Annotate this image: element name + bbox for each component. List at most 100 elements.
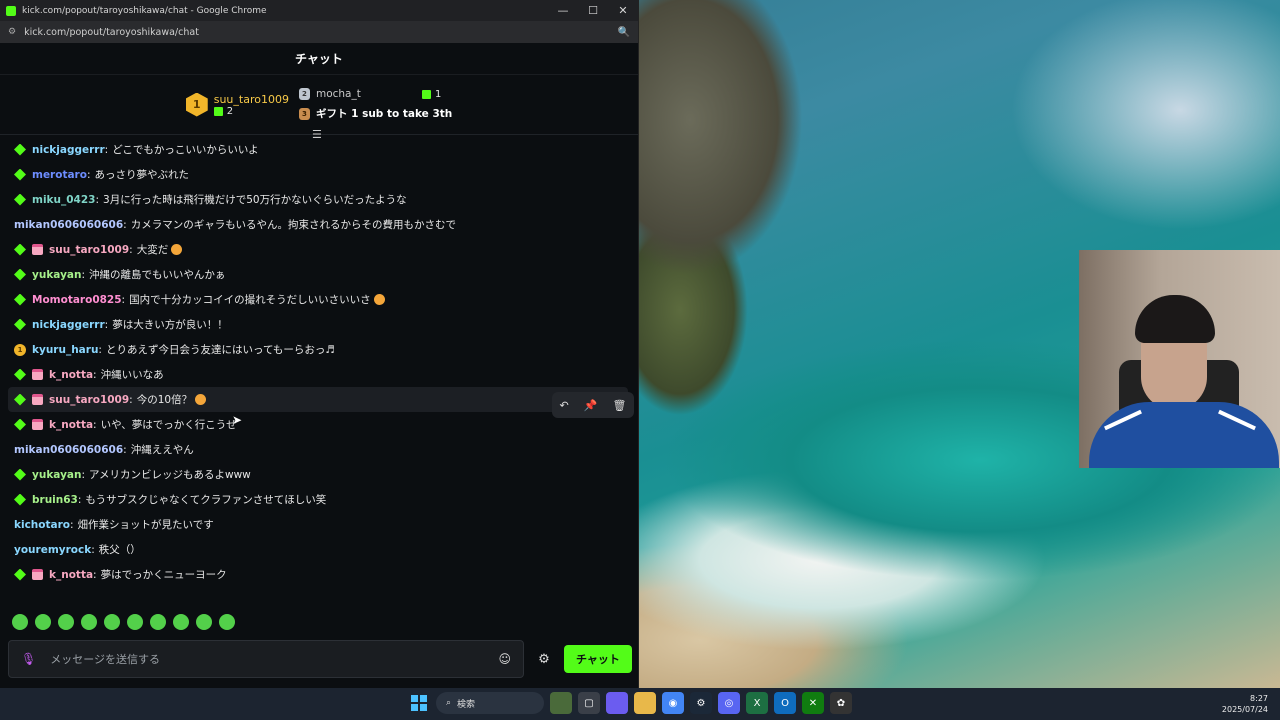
site-info-icon[interactable]: ⚙ — [8, 27, 16, 37]
username-separator: : — [104, 143, 109, 156]
chat-settings-icon[interactable]: ⚙ — [532, 652, 556, 667]
chat-username[interactable]: miku_0423 — [32, 194, 95, 206]
chat-username[interactable]: merotaro — [32, 169, 87, 181]
chat-message[interactable]: k_notta: 沖縄いいなあ — [0, 362, 636, 387]
chat-username[interactable]: mikan0606060606 — [14, 444, 123, 456]
kick-favicon-icon — [6, 5, 16, 16]
first-place-name: suu_taro1009 — [213, 92, 289, 106]
emote-button[interactable] — [58, 614, 74, 630]
chat-message[interactable]: suu_taro1009: 今の10倍？ — [8, 387, 628, 412]
mouse-cursor-icon: ➤ — [232, 413, 243, 427]
xbox-icon[interactable]: ✕ — [802, 692, 824, 714]
zoom-icon[interactable]: 🔍 — [618, 27, 630, 38]
chat-message[interactable]: miku_0423:3月に行った時は飛行機だけで50万行かないぐらいだったような — [0, 187, 636, 212]
maximize-button[interactable]: ☐ — [578, 0, 608, 21]
emote-button[interactable] — [81, 614, 97, 630]
task-view-icon[interactable]: ▢ — [578, 692, 600, 714]
chrome-icon[interactable]: ◉ — [662, 692, 684, 714]
chat-message[interactable]: nickjaggerrr: 夢は大きい方が良い！！ — [0, 312, 636, 337]
chat-username[interactable]: k_notta — [49, 419, 93, 431]
chat-username[interactable]: k_notta — [49, 569, 93, 581]
chat-username[interactable]: Momotaro0825 — [32, 294, 122, 306]
username-separator: : — [129, 243, 133, 256]
chat-message[interactable]: youremyrock: 秩父（） — [0, 537, 636, 562]
leaderboard-third[interactable]: 3 ギフト 1 sub to take 3th — [298, 106, 452, 121]
chat-message[interactable]: yukayan: アメリカンビレッジもあるよwww — [0, 462, 636, 487]
chat-username[interactable]: yukayan — [32, 269, 81, 281]
chat-message[interactable]: nickjaggerrr: どこでもかっこいいからいいよ — [0, 137, 636, 162]
minimize-button[interactable]: — — [548, 0, 578, 21]
address-bar[interactable]: ⚙ kick.com/popout/taroyoshikawa/chat 🔍 — [0, 21, 638, 43]
emote-button[interactable] — [219, 614, 235, 630]
close-button[interactable]: ✕ — [608, 0, 638, 21]
chat-message-text: 沖縄の離島でもいいやんかぁ — [89, 269, 226, 281]
chat-message[interactable]: Momotaro0825: 国内で十分カッコイイの撮れそうだしいいさいいさ — [0, 287, 636, 312]
search-icon: ⌕ — [446, 698, 452, 708]
chat-message-list[interactable]: nickjaggerrr: どこでもかっこいいからいいよ merotaro: あっさり… — [0, 137, 636, 605]
chat-username[interactable]: youremyrock — [14, 544, 91, 556]
chat-username[interactable]: kichotaro — [14, 519, 70, 531]
chat-message[interactable]: suu_taro1009: 大変だ — [0, 237, 636, 262]
taskbar-clock[interactable]: 8:27 2025/07/24 — [1222, 693, 1268, 715]
webcam-hair — [1135, 295, 1215, 343]
emote-button[interactable] — [104, 614, 120, 630]
chat-input-placeholder[interactable]: メッセージを送信する — [50, 651, 498, 667]
chat-username[interactable]: bruin63 — [32, 494, 78, 506]
send-chat-button[interactable]: チャット — [564, 645, 632, 673]
discord-icon[interactable]: ◎ — [718, 692, 740, 714]
chat-username[interactable]: kyuru_haru — [32, 344, 98, 356]
emote-button[interactable] — [150, 614, 166, 630]
chat-message[interactable]: bruin63: もうサブスクじゃなくてクラファンさせてほしい笑 — [0, 487, 636, 512]
subscriber-badge-icon — [14, 493, 26, 506]
message-actions: ↶ 📌 🗑 — [552, 392, 634, 418]
chat-username[interactable]: suu_taro1009 — [49, 244, 129, 256]
start-button-icon[interactable] — [408, 692, 430, 714]
microphone-icon[interactable]: 🎙 — [21, 652, 36, 666]
leaderboard-first[interactable]: 1 suu_taro1009 2 — [185, 92, 289, 117]
chat-message[interactable]: mikan0606060606: カメラマンのギャラもいるやん。拘束されるからその… — [0, 212, 636, 237]
url-text[interactable]: kick.com/popout/taroyoshikawa/chat — [24, 27, 617, 38]
username-separator: : — [123, 218, 127, 231]
chat-message-text: 今の10倍？ — [136, 394, 193, 406]
chat-username[interactable]: mikan0606060606 — [14, 219, 123, 231]
excel-icon[interactable]: X — [746, 692, 768, 714]
reply-icon[interactable]: ↶ — [560, 399, 569, 412]
chat-username[interactable]: k_notta — [49, 369, 93, 381]
subscriber-badge-icon — [14, 368, 26, 381]
file-explorer-icon[interactable] — [634, 692, 656, 714]
leaderboard-others: 2 mocha_t 1 3 ギフト 1 sub to take 3th — [298, 88, 452, 121]
emote-button[interactable] — [12, 614, 28, 630]
chat-username[interactable]: suu_taro1009 — [49, 394, 129, 406]
taskbar-search[interactable]: ⌕ 検索 — [436, 692, 544, 714]
gift-icon — [213, 106, 223, 116]
chat-username[interactable]: yukayan — [32, 469, 81, 481]
chat-message[interactable]: yukayan: 沖縄の離島でもいいやんかぁ — [0, 262, 636, 287]
emote-button[interactable] — [196, 614, 212, 630]
username-separator: : — [93, 568, 97, 581]
emote-button[interactable] — [35, 614, 51, 630]
chat-message[interactable]: k_notta: いや、夢はでっかく行こうぜ — [0, 412, 636, 437]
chat-username[interactable]: nickjaggerrr — [32, 319, 105, 331]
steam-icon[interactable]: ⚙ — [690, 692, 712, 714]
username-separator: : — [81, 468, 86, 481]
second-place-count-value: 1 — [434, 88, 442, 100]
copilot-icon[interactable] — [606, 692, 628, 714]
emote-button[interactable] — [127, 614, 143, 630]
first-place-count-value: 2 — [226, 105, 234, 117]
chat-message-text: カメラマンのギャラもいるやん。拘束されるからその費用もかさむで — [130, 219, 456, 231]
delete-icon[interactable]: 🗑 — [613, 399, 627, 412]
emoji-picker-icon[interactable]: ☺ — [498, 652, 511, 666]
chat-username[interactable]: nickjaggerrr — [32, 144, 105, 156]
leaderboard-second[interactable]: 2 mocha_t 1 — [298, 88, 452, 100]
chat-message-input[interactable]: 🎙 メッセージを送信する ☺ — [8, 640, 524, 678]
outlook-icon[interactable]: O — [774, 692, 796, 714]
emote-button[interactable] — [173, 614, 189, 630]
widgets-icon[interactable] — [550, 692, 572, 714]
chat-message[interactable]: mikan0606060606: 沖縄ええやん — [0, 437, 636, 462]
chat-message[interactable]: merotaro: あっさり夢やぶれた — [0, 162, 636, 187]
openai-icon[interactable]: ✿ — [830, 692, 852, 714]
chat-message[interactable]: kichotaro: 畑作業ショットが見たいです — [0, 512, 636, 537]
pin-icon[interactable]: 📌 — [584, 399, 598, 412]
chat-message[interactable]: 1 kyuru_haru: とりあえず今日会う友達にはいってもーらおっ♬ — [0, 337, 636, 362]
chat-message[interactable]: k_notta: 夢はでっかくニューヨーク — [0, 562, 636, 587]
